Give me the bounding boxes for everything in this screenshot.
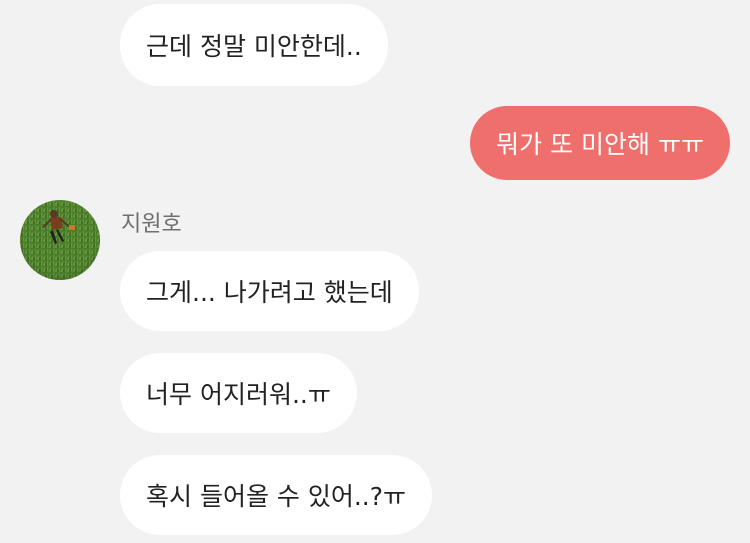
message-text: 뭐가 또 미안해 ㅠㅠ xyxy=(496,130,704,159)
message-text: 근데 정말 미안한데.. xyxy=(146,32,362,61)
sender-avatar[interactable] xyxy=(20,200,100,280)
message-bubble-incoming[interactable]: 혹시 들어올 수 있어..?ㅠ xyxy=(120,455,433,535)
sender-name: 지원호 xyxy=(121,212,182,237)
message-bubble-incoming[interactable]: 너무 어지러워..ㅠ xyxy=(120,353,357,433)
message-bubble-incoming[interactable]: 그게... 나가려고 했는데 xyxy=(120,251,419,331)
message-text: 혹시 들어올 수 있어..?ㅠ xyxy=(146,482,407,511)
message-text: 그게... 나가려고 했는데 xyxy=(146,278,393,307)
message-bubble-outgoing[interactable]: 뭐가 또 미안해 ㅠㅠ xyxy=(470,106,730,180)
person-lying-on-grass-photo-icon xyxy=(20,200,100,280)
message-text: 너무 어지러워..ㅠ xyxy=(146,380,331,409)
message-bubble-incoming[interactable]: 근데 정말 미안한데.. xyxy=(120,4,388,86)
